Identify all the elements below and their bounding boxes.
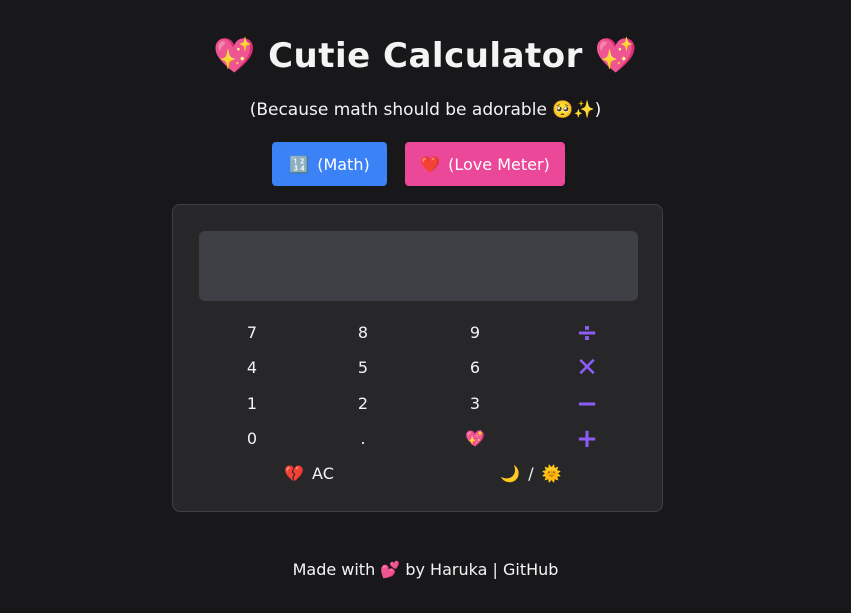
page: 💖 Cutie Calculator 💖 (Because math should …	[0, 0, 851, 613]
calculator-display	[199, 231, 638, 301]
calculator-panel: 7 8 9 ÷ 4 5 6 ✕ 1 2 3 − 0 . 💖 + 💔 AC 🌙 /…	[172, 204, 663, 512]
decimal-button[interactable]: .	[323, 424, 403, 454]
footer: Made with 💕 by Haruka | GitHub	[0, 560, 851, 579]
love-meter-label: (Love Meter)	[448, 154, 550, 174]
key-4[interactable]: 4	[212, 353, 292, 383]
key-3[interactable]: 3	[435, 389, 515, 419]
title-text: Cutie Calculator	[268, 36, 583, 76]
add-button[interactable]: +	[547, 424, 627, 454]
sun-icon: 🌞	[541, 464, 562, 483]
numbers-icon: 🔢	[289, 154, 310, 174]
footer-author: by Haruka	[405, 560, 488, 579]
github-link[interactable]: GitHub	[503, 560, 558, 579]
clear-label: AC	[312, 464, 334, 483]
math-mode-label: (Math)	[317, 154, 370, 174]
two-hearts-icon: 💕	[380, 560, 401, 579]
sparkling-heart-icon: 💖	[594, 36, 638, 76]
sparkling-heart-icon: 💖	[213, 36, 257, 76]
heart-icon: ❤️	[420, 154, 441, 174]
key-9[interactable]: 9	[435, 318, 515, 348]
theme-toggle-button[interactable]: 🌙 / 🌞	[471, 459, 591, 489]
subtitle: (Because math should be adorable 🥺✨)	[249, 100, 602, 120]
key-8[interactable]: 8	[323, 318, 403, 348]
key-6[interactable]: 6	[435, 353, 515, 383]
love-meter-button[interactable]: ❤️ (Love Meter)	[405, 142, 565, 186]
broken-heart-icon: 💔	[284, 464, 305, 483]
divide-button[interactable]: ÷	[547, 318, 627, 348]
key-0[interactable]: 0	[212, 424, 292, 454]
footer-made-with: Made with	[292, 560, 376, 579]
page-title: 💖 Cutie Calculator 💖	[0, 36, 851, 76]
key-5[interactable]: 5	[323, 353, 403, 383]
key-2[interactable]: 2	[323, 389, 403, 419]
equals-button[interactable]: 💖	[435, 424, 515, 454]
subtract-button[interactable]: −	[547, 389, 627, 419]
key-1[interactable]: 1	[212, 389, 292, 419]
key-7[interactable]: 7	[212, 318, 292, 348]
moon-icon: 🌙	[500, 464, 521, 483]
multiply-button[interactable]: ✕	[547, 353, 627, 383]
footer-separator: |	[492, 560, 498, 579]
math-mode-button[interactable]: 🔢 (Math)	[272, 142, 387, 186]
theme-separator: /	[528, 464, 534, 483]
clear-button[interactable]: 💔 AC	[249, 459, 369, 489]
